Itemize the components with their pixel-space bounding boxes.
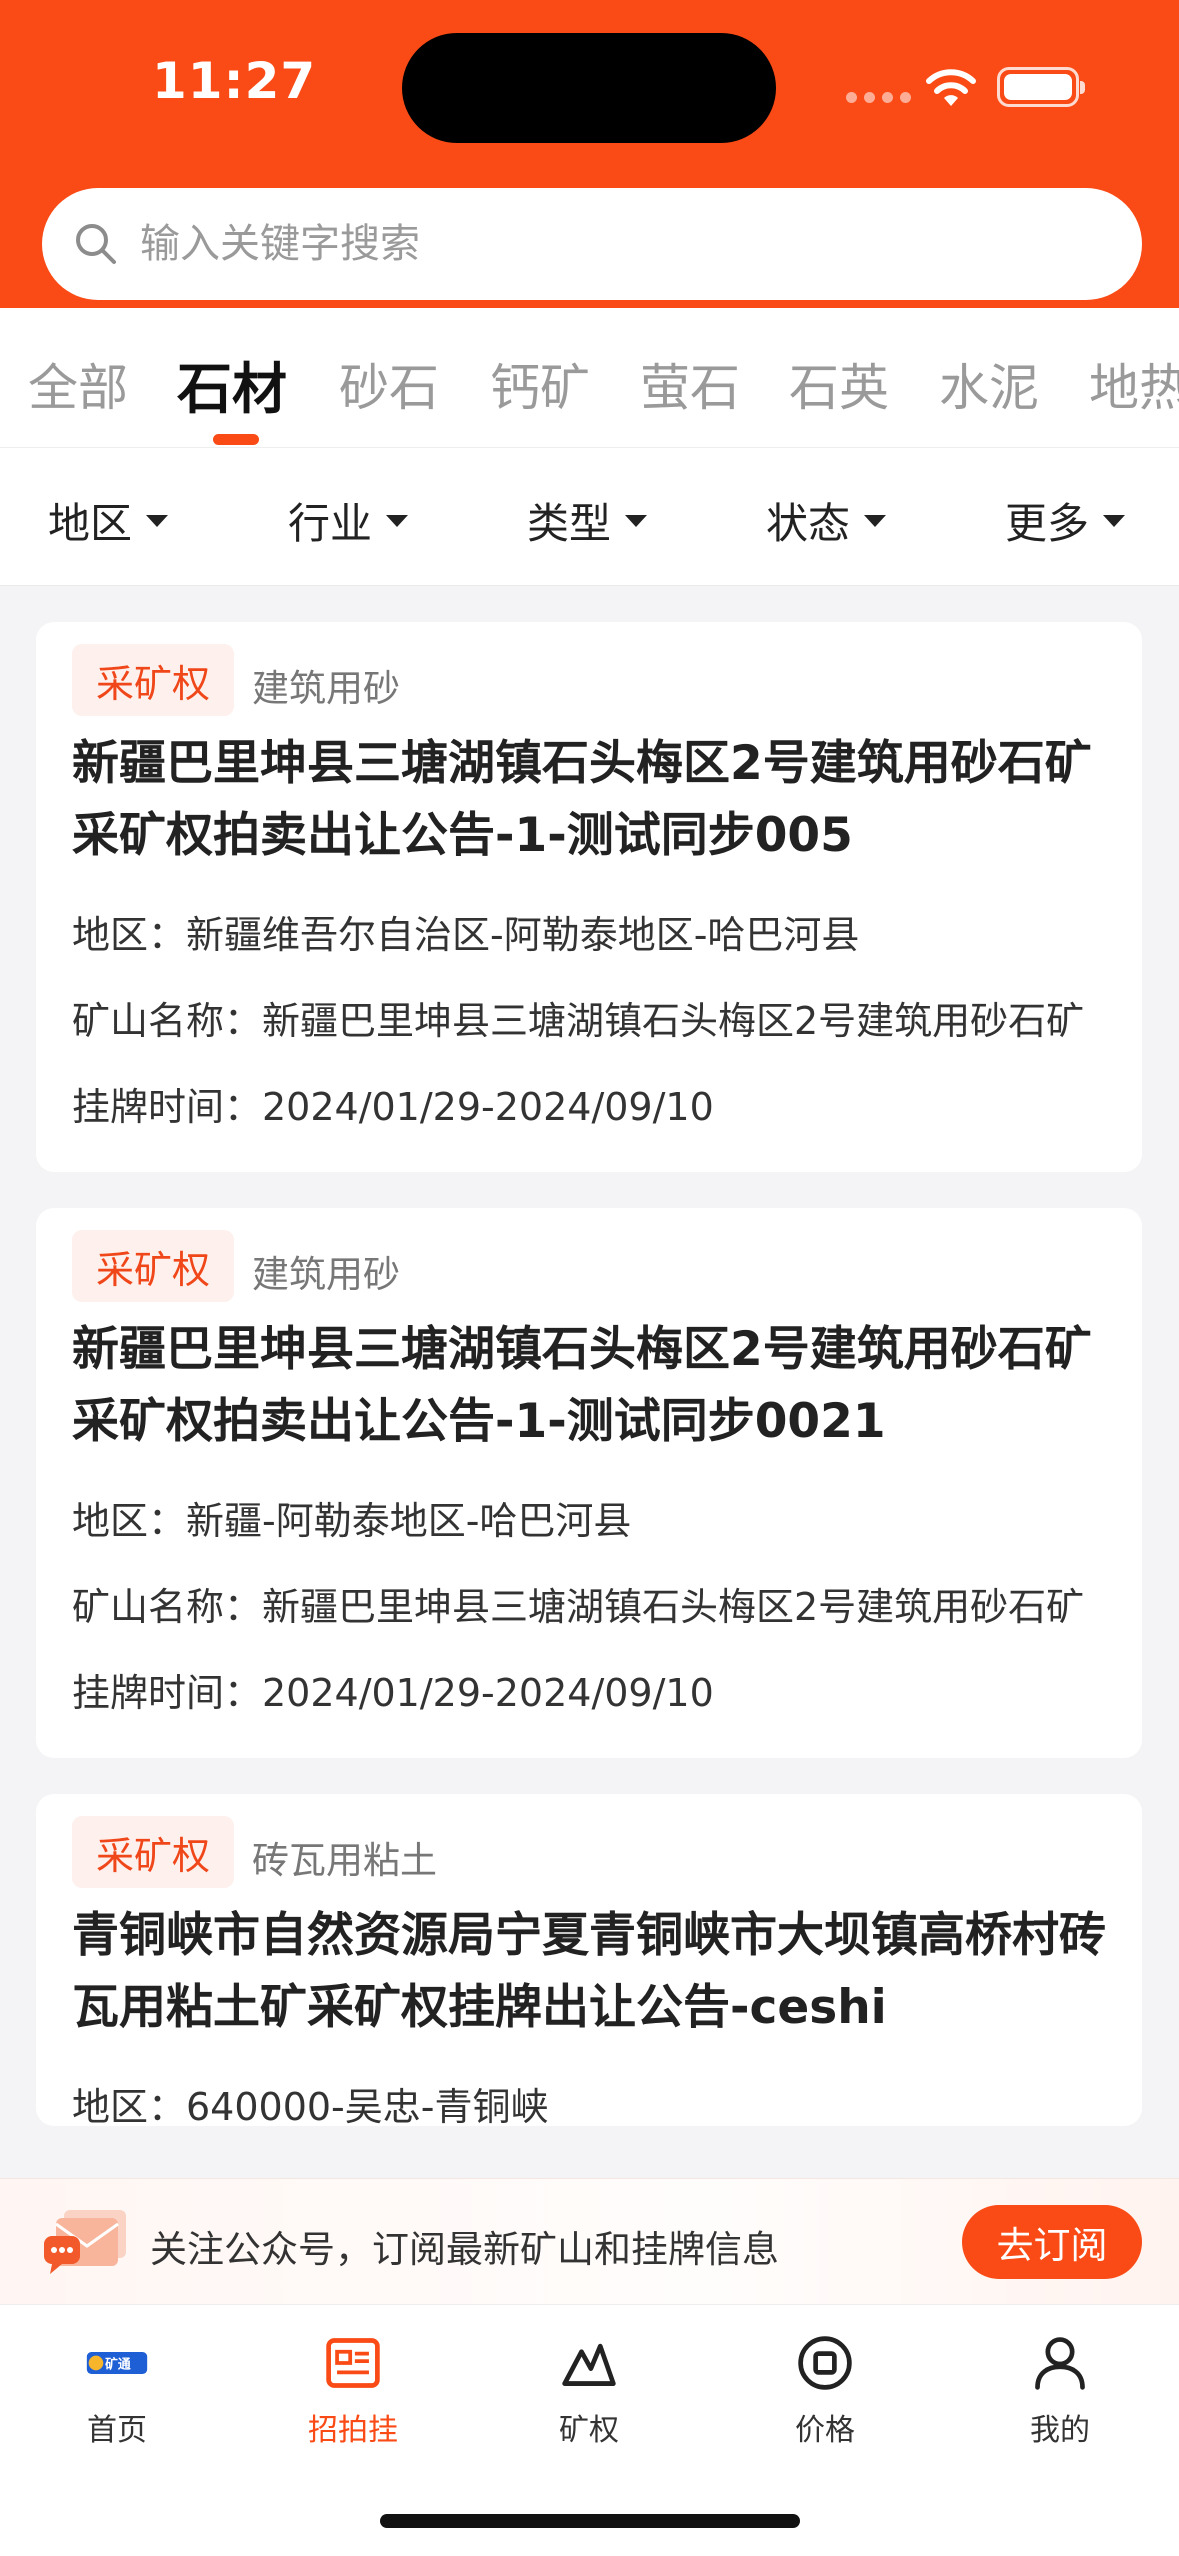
caret-down-icon (625, 514, 648, 527)
svg-text:矿通: 矿通 (105, 2356, 131, 2372)
mineral-subtype: 砖瓦用粘土 (252, 1839, 437, 1882)
filter-type[interactable]: 类型 (527, 490, 648, 551)
rights-tag: 采矿权 (72, 1230, 235, 1302)
nav-profile[interactable]: 我的 (970, 2331, 1150, 2449)
filter-status[interactable]: 状态 (766, 490, 887, 551)
cellular-signal-icon (846, 92, 911, 103)
nav-label: 我的 (1030, 2413, 1090, 2448)
nav-label: 价格 (795, 2413, 855, 2448)
nav-price[interactable]: 价格 (735, 2331, 915, 2449)
caret-down-icon (864, 514, 887, 527)
filter-label: 行业 (288, 499, 373, 548)
filter-label: 地区 (48, 499, 133, 548)
rights-tag: 采矿权 (72, 644, 235, 716)
listing-title: 青铜峡市自然资源局宁夏青铜峡市大坝镇高桥村砖瓦用粘土矿采矿权挂牌出让公告-ces… (72, 1908, 1106, 2035)
category-tabs: 全部 石材 砂石 钙矿 萤石 石英 水泥 地热 (0, 308, 1179, 448)
nav-auction[interactable]: 招拍挂 (263, 2331, 443, 2449)
subscribe-text: 关注公众号，订阅最新矿山和挂牌信息 (150, 2228, 779, 2271)
home-indicator (380, 2514, 800, 2528)
listing-mine-name: 矿山名称：新疆巴里坤县三塘湖镇石头梅区2号建筑用砂石矿 (72, 1585, 1085, 1629)
filter-bar: 地区 行业 类型 状态 更多 (0, 448, 1179, 586)
tab-all[interactable]: 全部 (28, 348, 128, 420)
listing-time: 挂牌时间：2024/01/29-2024/09/10 (72, 1671, 714, 1715)
search-icon (76, 224, 116, 264)
filter-region[interactable]: 地区 (48, 490, 169, 551)
listing-title: 新疆巴里坤县三塘湖镇石头梅区2号建筑用砂石矿采矿权拍卖出让公告-1-测试同步00… (72, 736, 1092, 863)
nav-home[interactable]: 矿通 首页 (27, 2331, 207, 2449)
envelope-chat-icon (44, 2210, 126, 2274)
caret-down-icon (1103, 514, 1126, 527)
search-bar[interactable] (42, 188, 1142, 300)
listing-card[interactable]: 采矿权 建筑用砂 新疆巴里坤县三塘湖镇石头梅区2号建筑用砂石矿采矿权拍卖出让公告… (36, 622, 1142, 1172)
tab-geothermal[interactable]: 地热 (1089, 348, 1179, 420)
subscribe-banner: 关注公众号，订阅最新矿山和挂牌信息 去订阅 (0, 2178, 1179, 2304)
subscribe-button[interactable]: 去订阅 (962, 2205, 1142, 2279)
tab-sand-gravel[interactable]: 砂石 (339, 348, 439, 420)
header: 11:27 (0, 0, 1179, 308)
nav-label: 招拍挂 (308, 2413, 398, 2448)
wifi-icon (926, 69, 976, 106)
auction-list-icon (321, 2331, 385, 2395)
filter-label: 类型 (527, 499, 612, 548)
listing-region: 地区：新疆-阿勒泰地区-哈巴河县 (72, 1499, 632, 1543)
search-input[interactable] (140, 221, 1040, 267)
home-logo-icon: 矿通 (85, 2331, 149, 2395)
tab-stone[interactable]: 石材 (177, 344, 287, 424)
listing-region: 地区：640000-吴忠-青铜峡 (72, 2085, 549, 2126)
nav-mining-rights[interactable]: 矿权 (499, 2331, 679, 2449)
active-tab-indicator (213, 434, 259, 445)
nav-label: 首页 (87, 2413, 147, 2448)
user-icon (1028, 2331, 1092, 2395)
page: 11:27 全部 石材 砂石 钙矿 萤石 石英 水泥 地热 地区 行业 (0, 0, 1179, 2556)
nav-label: 矿权 (559, 2413, 619, 2448)
tab-fluorite[interactable]: 萤石 (640, 348, 740, 420)
caret-down-icon (386, 514, 409, 527)
mineral-subtype: 建筑用砂 (252, 1253, 400, 1296)
rights-tag: 采矿权 (72, 1816, 235, 1888)
battery-icon (997, 67, 1085, 107)
listing-region: 地区：新疆维吾尔自治区-阿勒泰地区-哈巴河县 (72, 913, 860, 957)
coin-icon (793, 2331, 857, 2395)
filter-label: 状态 (766, 499, 851, 548)
dynamic-island (402, 33, 776, 143)
tab-calcium[interactable]: 钙矿 (490, 348, 590, 420)
caret-down-icon (146, 514, 169, 527)
tab-cement[interactable]: 水泥 (939, 348, 1039, 420)
tab-quartz[interactable]: 石英 (789, 348, 889, 420)
filter-label: 更多 (1005, 499, 1090, 548)
status-time: 11:27 (152, 52, 317, 110)
mountain-icon (557, 2331, 621, 2395)
filter-more[interactable]: 更多 (1005, 490, 1126, 551)
listing-time: 挂牌时间：2024/01/29-2024/09/10 (72, 1085, 714, 1129)
listing-card[interactable]: 采矿权 砖瓦用粘土 青铜峡市自然资源局宁夏青铜峡市大坝镇高桥村砖瓦用粘土矿采矿权… (36, 1794, 1142, 2126)
mineral-subtype: 建筑用砂 (252, 667, 400, 710)
listing-title: 新疆巴里坤县三塘湖镇石头梅区2号建筑用砂石矿采矿权拍卖出让公告-1-测试同步00… (72, 1322, 1092, 1449)
listing-card[interactable]: 采矿权 建筑用砂 新疆巴里坤县三塘湖镇石头梅区2号建筑用砂石矿采矿权拍卖出让公告… (36, 1208, 1142, 1758)
listing-mine-name: 矿山名称：新疆巴里坤县三塘湖镇石头梅区2号建筑用砂石矿 (72, 999, 1085, 1043)
filter-industry[interactable]: 行业 (288, 490, 409, 551)
